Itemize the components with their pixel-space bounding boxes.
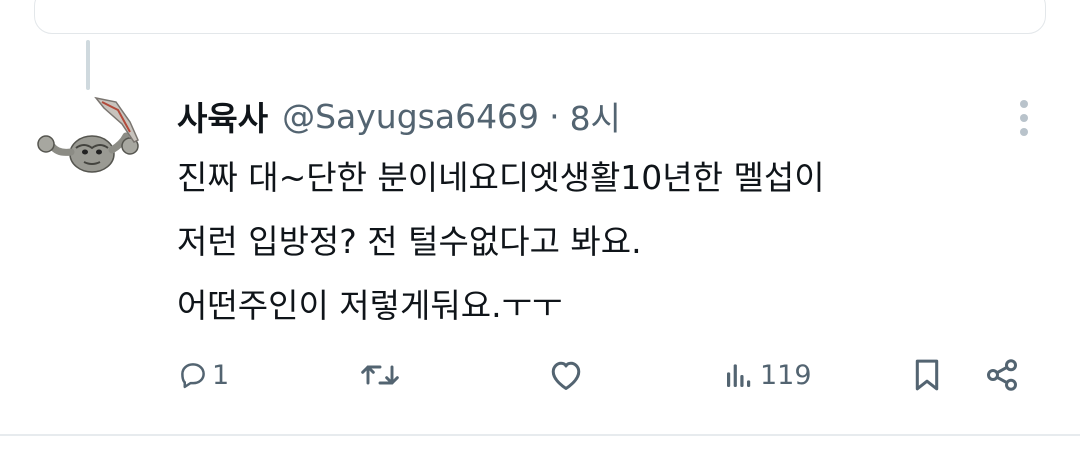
reply-count: 1	[212, 359, 230, 391]
tweet-header: 사육사 @Sayugsa6469 · 8시	[177, 92, 621, 140]
tweet-text: 진짜 대~단한 분이네요디엣생활10년한 멜섭이 저런 입방정? 전 털수없다고…	[177, 146, 1017, 338]
bookmark-button[interactable]	[910, 350, 944, 400]
tweet-text-line: 저런 입방정? 전 털수없다고 봐요.	[177, 222, 642, 261]
share-button[interactable]	[984, 350, 1020, 400]
retweet-icon	[360, 359, 400, 391]
avatar[interactable]	[30, 92, 150, 204]
user-handle[interactable]: @Sayugsa6469	[282, 97, 539, 136]
views-button[interactable]: 119	[722, 350, 812, 400]
views-count: 119	[760, 359, 812, 391]
reply-button[interactable]: 1	[178, 350, 229, 400]
share-icon	[984, 357, 1020, 393]
like-button[interactable]	[548, 350, 584, 400]
display-name[interactable]: 사육사	[177, 92, 268, 140]
heart-icon	[548, 358, 584, 392]
bookmark-icon	[910, 357, 944, 393]
reply-icon	[178, 360, 208, 390]
tweet-text-line: 어떤주인이 저렇게둬요.ㅜㅜ	[177, 286, 563, 325]
retweet-button[interactable]	[360, 350, 400, 400]
views-icon	[722, 359, 756, 391]
tweet-text-line: 진짜 대~단한 분이네요디엣생활10년한 멜섭이	[177, 158, 825, 197]
separator-dot: ·	[549, 96, 560, 136]
more-options-icon[interactable]	[1010, 98, 1038, 138]
tweet-actions-bar: 1 119	[0, 350, 1080, 400]
divider	[0, 434, 1080, 436]
previous-tweet-card	[34, 0, 1046, 34]
timestamp[interactable]: 8시	[570, 92, 621, 140]
thread-connector-line	[86, 40, 90, 90]
